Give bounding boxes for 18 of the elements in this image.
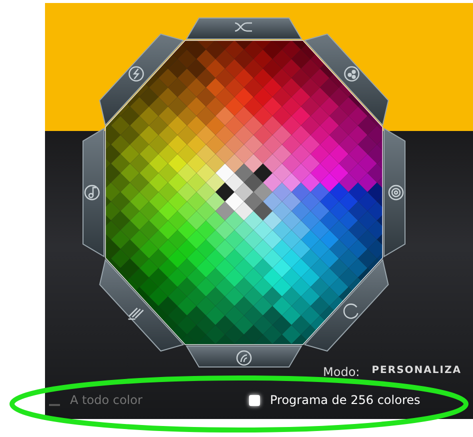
mode-value: PERSONALIZA xyxy=(372,364,462,378)
mode-tab[interactable] xyxy=(304,34,389,126)
wave-circle-icon xyxy=(236,350,252,366)
mode-tab[interactable] xyxy=(99,258,184,352)
lightning-circle-icon xyxy=(128,66,144,82)
shuffle-icon xyxy=(234,22,253,32)
keyboard-lines-icon xyxy=(128,308,144,320)
color-wheel-drawing[interactable] xyxy=(82,18,406,368)
mode-tab[interactable] xyxy=(99,34,184,126)
option-label: A todo color xyxy=(70,392,142,409)
mode-tab[interactable] xyxy=(304,258,389,352)
music-note-icon xyxy=(84,184,100,200)
dots-circle-icon xyxy=(344,66,360,82)
mode-label: Modo: xyxy=(323,364,360,381)
checkbox[interactable] xyxy=(249,394,260,406)
concentric-circles-icon xyxy=(388,184,404,200)
checkbox-label: Programa de 256 colores xyxy=(270,392,420,409)
refresh-icon xyxy=(343,304,358,319)
